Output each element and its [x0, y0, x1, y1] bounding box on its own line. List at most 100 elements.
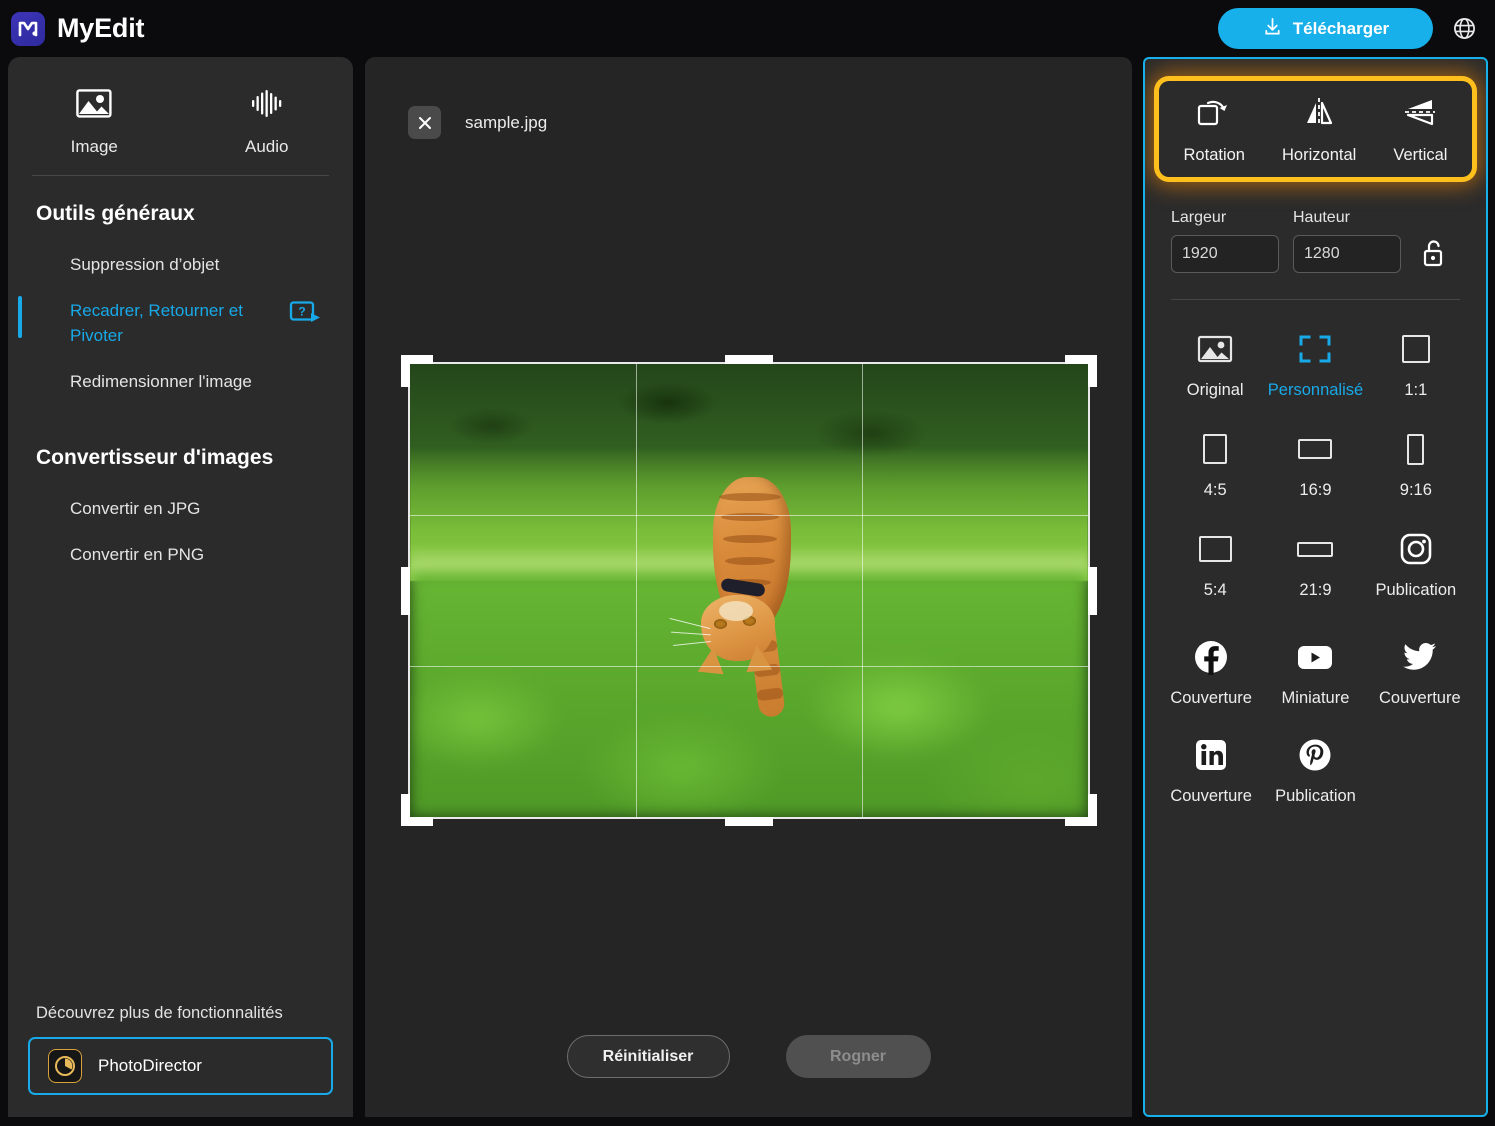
pinterest-icon	[1292, 736, 1338, 774]
flip-vertical-button[interactable]: Vertical	[1387, 95, 1453, 165]
photodirector-icon	[48, 1049, 82, 1083]
image-icon	[1192, 330, 1238, 368]
crop-handle-left-middle[interactable]	[401, 567, 410, 615]
app-title: MyEdit	[57, 13, 144, 44]
ratio-custom[interactable]: Personnalisé	[1265, 330, 1365, 400]
unlock-icon[interactable]	[1415, 234, 1451, 272]
ratio-1-1[interactable]: 1:1	[1366, 330, 1466, 400]
crop-button: Rogner	[786, 1035, 931, 1078]
preset-label: Couverture	[1170, 787, 1252, 806]
app-window: MyEdit Télécharger	[0, 0, 1495, 1126]
preset-twitter-cover[interactable]: Couverture	[1368, 638, 1472, 708]
width-label: Largeur	[1171, 209, 1279, 227]
preset-label: Publication	[1275, 787, 1356, 806]
tutorial-video-icon[interactable]: ?	[289, 300, 323, 334]
crop-handle-top-center[interactable]	[725, 355, 773, 364]
preset-label: Couverture	[1170, 689, 1252, 708]
ratio-label: Original	[1187, 381, 1244, 400]
top-bar-actions: Télécharger	[1218, 8, 1479, 49]
canvas-action-bar: Réinitialiser Rogner	[365, 1035, 1132, 1078]
youtube-icon	[1292, 638, 1338, 676]
rotate-button[interactable]: Rotation	[1178, 95, 1251, 165]
sidebar-item-convert-png[interactable]: Convertir en PNG	[8, 532, 353, 578]
tab-audio[interactable]: Audio	[181, 87, 354, 157]
mode-tab-group: Image A	[8, 57, 353, 175]
section-title-general: Outils généraux	[8, 202, 353, 226]
sidebar-item-resize-image[interactable]: Redimensionner l'image	[8, 359, 353, 405]
height-input[interactable]	[1293, 235, 1401, 273]
tab-image[interactable]: Image	[8, 87, 181, 157]
ultrawide-icon	[1292, 530, 1338, 568]
portrait-icon	[1192, 430, 1238, 468]
width-field-group: Largeur	[1171, 209, 1279, 273]
tab-audio-label: Audio	[245, 137, 288, 157]
top-bar: MyEdit Télécharger	[0, 0, 1495, 57]
square-icon	[1393, 330, 1439, 368]
sidebar-tool-list: Outils généraux Suppression d’objet Reca…	[8, 176, 353, 1004]
sidebar-item-crop-flip-rotate[interactable]: Recadrer, Retourner et Pivoter ?	[8, 288, 353, 359]
preset-pinterest-post[interactable]: Publication	[1263, 736, 1367, 806]
svg-text:?: ?	[298, 304, 305, 318]
facebook-icon	[1188, 638, 1234, 676]
globe-icon[interactable]	[1449, 14, 1479, 44]
app-logo[interactable]: MyEdit	[11, 12, 144, 46]
sidebar-footer: Découvrez plus de fonctionnalités PhotoD…	[8, 1004, 353, 1117]
ratio-9-16[interactable]: 9:16	[1366, 430, 1466, 500]
ratio-4-5[interactable]: 4:5	[1165, 430, 1265, 500]
preset-youtube-thumbnail[interactable]: Miniature	[1263, 638, 1367, 708]
crop-handle-bottom-center[interactable]	[725, 817, 773, 826]
ratio-21-9[interactable]: 21:9	[1265, 530, 1365, 600]
photodirector-label: PhotoDirector	[98, 1056, 202, 1076]
discover-more-label: Découvrez plus de fonctionnalités	[28, 1004, 333, 1037]
ratio-label: 4:5	[1204, 481, 1227, 500]
image-icon	[75, 87, 113, 123]
close-icon[interactable]	[408, 106, 441, 139]
preset-label: Miniature	[1282, 689, 1350, 708]
reset-button[interactable]: Réinitialiser	[567, 1035, 730, 1078]
width-input[interactable]	[1171, 235, 1279, 273]
tall-portrait-icon	[1393, 430, 1439, 468]
instagram-icon	[1393, 530, 1439, 568]
social-preset-grid: Couverture Miniature Couverture	[1145, 600, 1486, 806]
sidebar-item-label: Convertir en PNG	[70, 542, 204, 568]
file-chip-row: sample.jpg	[365, 57, 1132, 139]
sidebar-item-label: Recadrer, Retourner et Pivoter	[70, 298, 280, 349]
preset-linkedin-cover[interactable]: Couverture	[1159, 736, 1263, 806]
flip-horizontal-button[interactable]: Horizontal	[1276, 95, 1362, 165]
ratio-label: 9:16	[1400, 481, 1432, 500]
ratio-instagram-post[interactable]: Publication	[1366, 530, 1466, 600]
aspect-ratio-grid: Original Personnalisé	[1145, 300, 1486, 600]
twitter-icon	[1397, 638, 1443, 676]
transform-toolbar-highlighted: Rotation Horizontal	[1159, 81, 1472, 177]
cat-subject	[695, 455, 815, 745]
sidebar-item-object-removal[interactable]: Suppression d’objet	[8, 242, 353, 288]
download-label: Télécharger	[1293, 19, 1389, 39]
flip-vertical-icon	[1400, 95, 1440, 132]
crop-handle-right-middle[interactable]	[1088, 567, 1097, 615]
height-label: Hauteur	[1293, 209, 1401, 227]
section-title-converter: Convertisseur d'images	[8, 446, 353, 470]
ratio-label: 16:9	[1299, 481, 1331, 500]
sidebar-item-convert-jpg[interactable]: Convertir en JPG	[8, 486, 353, 532]
ratio-5-4[interactable]: 5:4	[1165, 530, 1265, 600]
ratio-original[interactable]: Original	[1165, 330, 1265, 400]
tab-image-label: Image	[71, 137, 118, 157]
flip-horizontal-label: Horizontal	[1282, 146, 1356, 165]
linkedin-icon	[1188, 736, 1234, 774]
ratio-16-9[interactable]: 16:9	[1265, 430, 1365, 500]
download-button[interactable]: Télécharger	[1218, 8, 1433, 49]
rotate-icon	[1194, 95, 1234, 132]
ratio-label: Personnalisé	[1268, 381, 1363, 400]
rotate-label: Rotation	[1184, 146, 1245, 165]
myedit-logo-icon	[11, 12, 45, 46]
sidebar-item-label: Redimensionner l'image	[70, 369, 252, 395]
photodirector-promo-button[interactable]: PhotoDirector	[28, 1037, 333, 1095]
source-image	[410, 364, 1088, 817]
preset-facebook-cover[interactable]: Couverture	[1159, 638, 1263, 708]
right-panel: Rotation Horizontal	[1143, 57, 1488, 1117]
ratio-label: 21:9	[1299, 581, 1331, 600]
crop-stage[interactable]	[410, 364, 1088, 817]
wide-rect-icon	[1192, 530, 1238, 568]
flip-vertical-label: Vertical	[1393, 146, 1447, 165]
left-sidebar: Image A	[8, 57, 353, 1117]
